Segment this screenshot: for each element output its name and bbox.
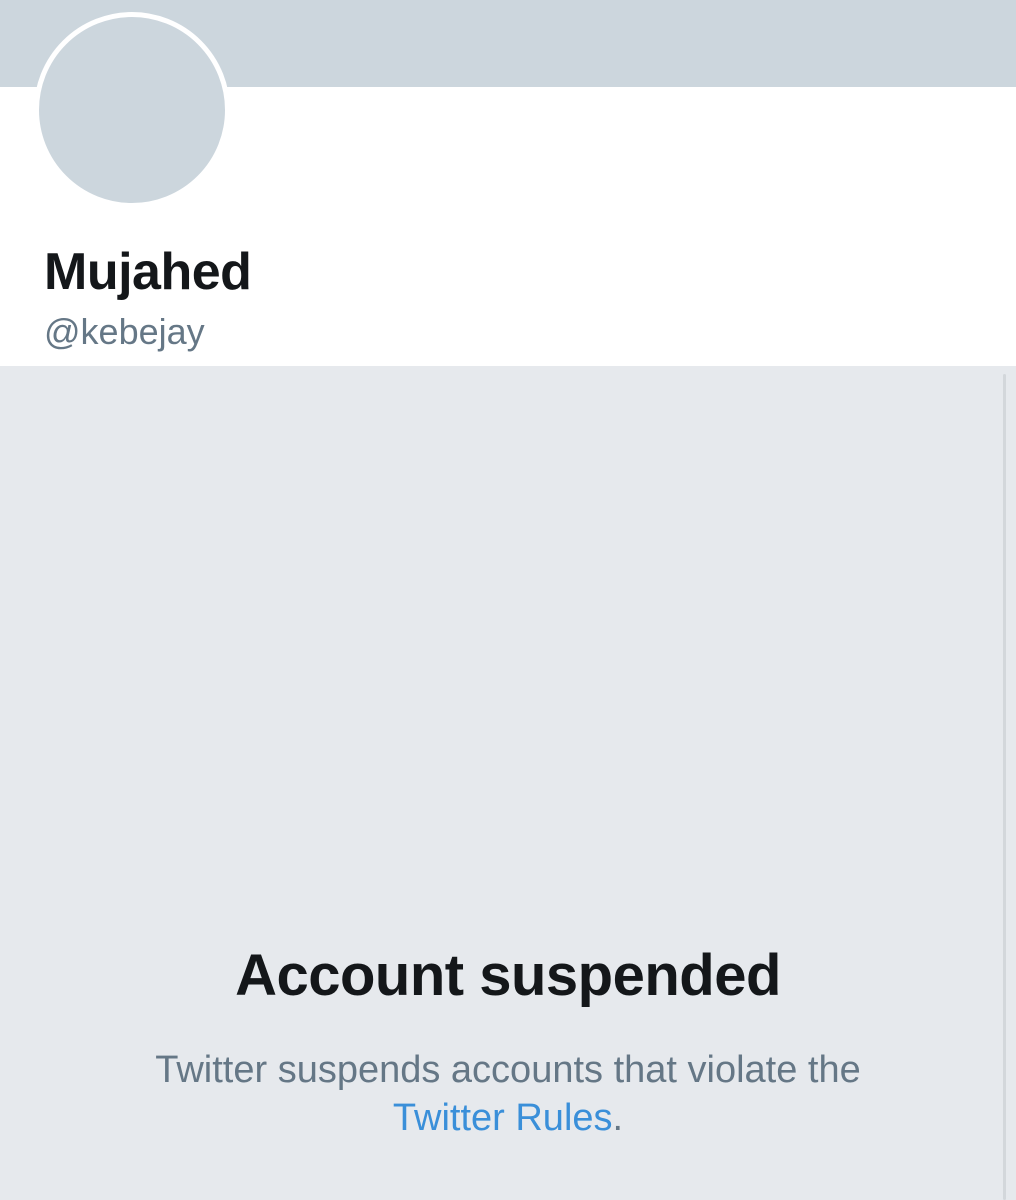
avatar[interactable] — [34, 12, 230, 208]
twitter-rules-link[interactable]: Twitter Rules — [393, 1097, 613, 1139]
rules-line: Twitter Rules. — [0, 1094, 1016, 1142]
suspended-message: Twitter suspends accounts that violate t… — [155, 1049, 861, 1091]
display-name: Mujahed — [44, 243, 252, 301]
user-handle: @kebejay — [44, 311, 205, 352]
rules-period: . — [612, 1097, 624, 1139]
suspended-title: Account suspended — [235, 943, 781, 1008]
